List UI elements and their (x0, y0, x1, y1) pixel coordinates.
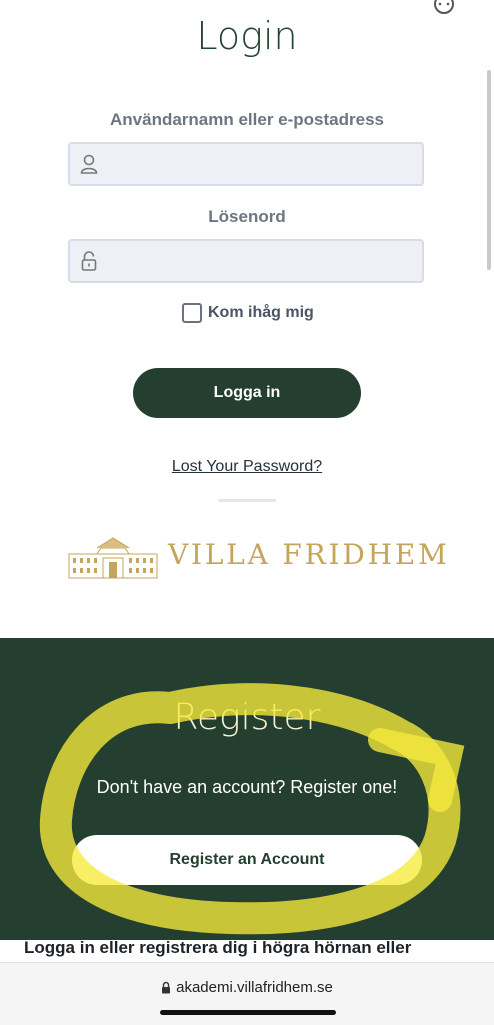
password-label: Lösenord (208, 207, 286, 226)
remember-label: Kom ihåg mig (208, 304, 314, 321)
register-subtitle: Don't have an account? Register one! (96, 777, 398, 797)
username-label: Användarnamn eller e-postadress (110, 110, 384, 129)
villa-fridhem-logo-text: VILLA FRIDHEM (168, 538, 450, 571)
remember-me[interactable]: Kom ihåg mig (182, 302, 314, 324)
password-field[interactable] (68, 239, 424, 283)
username-input[interactable] (108, 144, 412, 186)
username-field[interactable] (68, 142, 424, 186)
password-input[interactable] (108, 241, 412, 283)
login-button[interactable]: Logga in (133, 368, 361, 418)
home-indicator[interactable] (160, 1010, 336, 1015)
scrollbar[interactable] (487, 70, 491, 270)
url-display[interactable]: akademi.villafridhem.se (0, 979, 494, 996)
remember-checkbox[interactable] (182, 303, 202, 323)
divider (218, 499, 276, 502)
browser-address-bar[interactable]: akademi.villafridhem.se (0, 962, 494, 1025)
lost-password-link[interactable]: Lost Your Password? (0, 458, 494, 476)
url-text: akademi.villafridhem.se (176, 979, 333, 996)
register-account-button[interactable]: Register an Account (72, 835, 422, 885)
page-title: Login (196, 14, 298, 58)
house-icon (68, 537, 158, 579)
user-icon (80, 154, 98, 174)
lock-icon (162, 981, 171, 994)
register-title: Register (173, 697, 321, 738)
footer-instruction-text: Logga in eller registrera dig i högra hö… (24, 938, 412, 957)
lock-icon (81, 251, 97, 271)
